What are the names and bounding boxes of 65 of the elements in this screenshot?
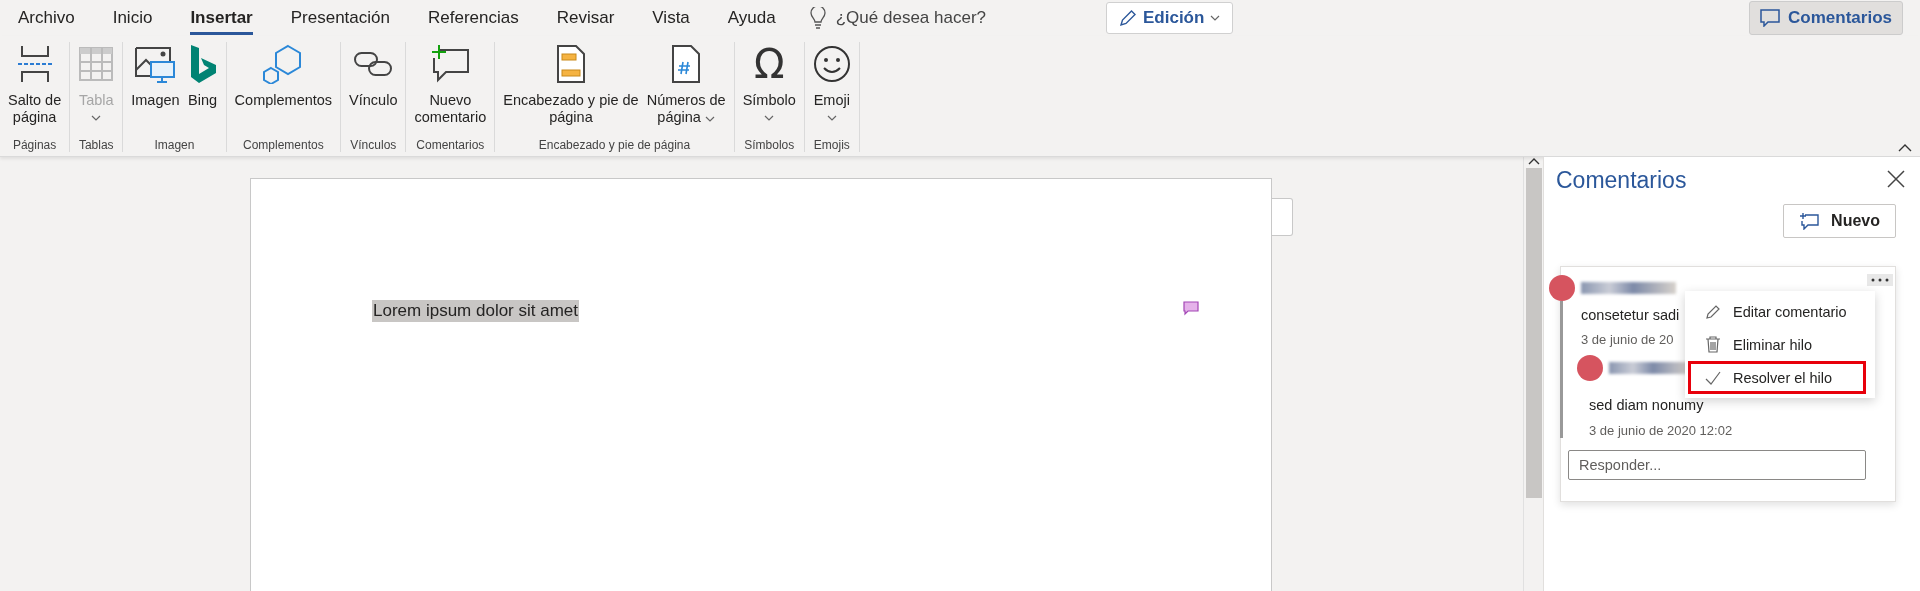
menu-tab[interactable]: Presentación — [290, 1, 390, 35]
ribbon-button[interactable]: Ω Símbolo — [740, 42, 798, 134]
group-label: Símbolos — [743, 137, 796, 152]
menu-item[interactable]: Eliminar hilo — [1688, 328, 1866, 361]
scroll-up-icon[interactable] — [1527, 157, 1540, 165]
image-icon — [134, 44, 177, 84]
group-label: Complementos — [242, 137, 325, 152]
ribbon-button[interactable]: Emoji — [810, 42, 853, 134]
group-label: Imagen — [153, 137, 196, 152]
reply-time: 3 de junio de 2020 12:02 — [1589, 422, 1734, 438]
pencil-icon — [1705, 303, 1721, 320]
comment-text: consetetur sadi — [1581, 306, 1680, 323]
scrollbar[interactable] — [1523, 157, 1543, 591]
menu-tab[interactable]: Archivo — [18, 1, 75, 35]
menu-tab[interactable]: Referencias — [428, 1, 519, 35]
group-label: Tablas — [77, 137, 115, 152]
group-label: Vínculos — [349, 137, 398, 152]
ribbon-button[interactable]: Complementos — [232, 42, 335, 134]
caret-icon — [1210, 15, 1221, 21]
reply-field[interactable]: Responder... — [1568, 450, 1866, 480]
avatar — [1577, 355, 1603, 381]
link-icon — [353, 49, 394, 79]
group-label: Encabezado y pie de página — [537, 137, 692, 152]
comment-time: 3 de junio de 20 — [1581, 331, 1674, 347]
document-text: Lorem ipsum dolor sit amet — [372, 300, 580, 322]
group-label: Comentarios — [415, 137, 486, 152]
new-comment-button[interactable]: Nuevo — [1783, 204, 1896, 238]
new-comment-icon — [430, 44, 471, 84]
lightbulb-icon — [809, 7, 826, 29]
ribbon-button[interactable]: Vínculo — [347, 42, 400, 134]
smiley-icon — [812, 45, 851, 83]
ribbon-button[interactable]: Salto de página — [6, 42, 64, 134]
ribbon-button[interactable]: Imagen — [129, 42, 182, 134]
pencil-icon — [1119, 9, 1137, 27]
group-label: Páginas — [11, 137, 58, 152]
menu-tab[interactable]: Ayuda — [727, 1, 776, 35]
menu-tab[interactable]: Vista — [652, 1, 690, 35]
new-comment-icon — [1799, 212, 1820, 230]
group-label: Emojis — [812, 137, 851, 152]
more-options-icon[interactable] — [1867, 274, 1893, 286]
menu-tab[interactable]: Inicio — [112, 1, 153, 35]
page-break-icon — [16, 44, 53, 84]
avatar — [1549, 275, 1575, 301]
check-icon — [1705, 370, 1721, 385]
menu-item[interactable]: Editar comentario — [1688, 295, 1866, 328]
omega-icon: Ω — [753, 44, 785, 84]
page-number-icon — [671, 44, 702, 84]
comments-button[interactable]: Comentarios — [1749, 1, 1903, 35]
table-icon — [78, 46, 115, 82]
tell-me-search[interactable]: ¿Qué desea hacer? — [835, 8, 986, 28]
header-footer-icon — [555, 44, 586, 84]
comment-marker-icon[interactable] — [1183, 301, 1199, 316]
ribbon-button[interactable]: Números de página — [644, 42, 728, 134]
trash-icon — [1705, 336, 1721, 353]
ribbon-button[interactable]: Encabezado y pie de página — [501, 42, 641, 134]
menu-item[interactable]: Resolver el hilo — [1688, 361, 1866, 394]
comment-icon — [1760, 9, 1781, 27]
collapse-ribbon-icon[interactable] — [1898, 144, 1912, 152]
editing-mode-button[interactable]: Edición — [1106, 2, 1234, 34]
ribbon-button[interactable]: Nuevo comentario — [412, 42, 489, 134]
ribbon-button[interactable]: Bing — [185, 42, 220, 134]
reply-text: sed diam nonumy — [1589, 396, 1705, 413]
menu-tab[interactable]: Revisar — [556, 1, 615, 35]
pane-title: Comentarios — [1556, 167, 1687, 194]
menu-tab[interactable]: Insertar — [190, 1, 253, 35]
